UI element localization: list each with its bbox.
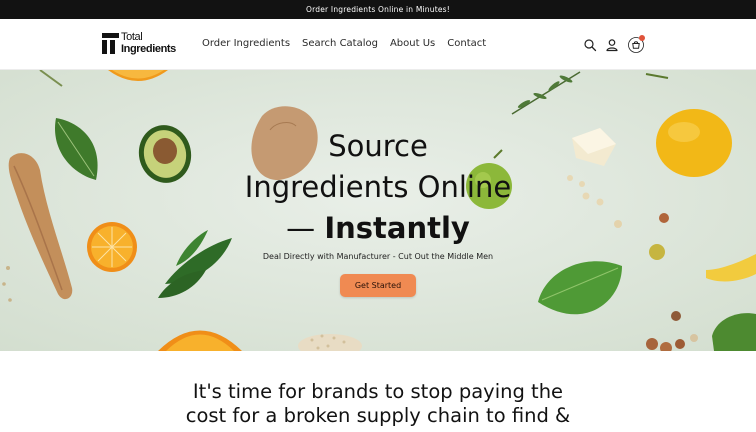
hero-title-line3-prefix: —	[286, 211, 325, 245]
announcement-text: Order Ingredients Online in Minutes!	[306, 5, 450, 14]
mission-line1: It's time for brands to stop paying the	[192, 380, 564, 403]
logo-mark-icon	[102, 33, 119, 54]
mission-statement: It's time for brands to stop paying the …	[128, 380, 628, 428]
hero-title-line2: Ingredients Online	[244, 170, 512, 204]
logo-line2: Ingredients	[121, 42, 176, 55]
logo-wordmark: Total Ingredients	[121, 31, 176, 55]
hero-title-line1: Source	[328, 129, 428, 163]
get-started-button[interactable]: Get Started	[340, 274, 416, 297]
site-logo[interactable]: Total Ingredients	[102, 31, 186, 57]
account-icon[interactable]	[605, 38, 619, 52]
hero-subtitle: Deal Directly with Manufacturer - Cut Ou…	[262, 252, 494, 261]
hero-heading: Source Ingredients Online — Instantly	[178, 126, 578, 249]
logo-line1: Total	[121, 31, 143, 43]
search-icon[interactable]	[583, 38, 597, 52]
nav-order-ingredients[interactable]: Order Ingredients	[202, 38, 290, 49]
announcement-bar: Order Ingredients Online in Minutes!	[0, 0, 756, 19]
hero-title-line3-bold: Instantly	[324, 211, 470, 245]
nav-about-us[interactable]: About Us	[390, 38, 435, 49]
hero-banner: Source Ingredients Online — Instantly De…	[0, 70, 756, 351]
cart-count-badge	[639, 35, 645, 41]
main-nav: Order Ingredients Search Catalog About U…	[202, 38, 486, 49]
mission-line2: cost for a broken supply chain to find &	[185, 404, 571, 427]
site-header: Total Ingredients Order Ingredients Sear…	[0, 19, 756, 70]
nav-search-catalog[interactable]: Search Catalog	[302, 38, 378, 49]
nav-contact[interactable]: Contact	[447, 38, 486, 49]
